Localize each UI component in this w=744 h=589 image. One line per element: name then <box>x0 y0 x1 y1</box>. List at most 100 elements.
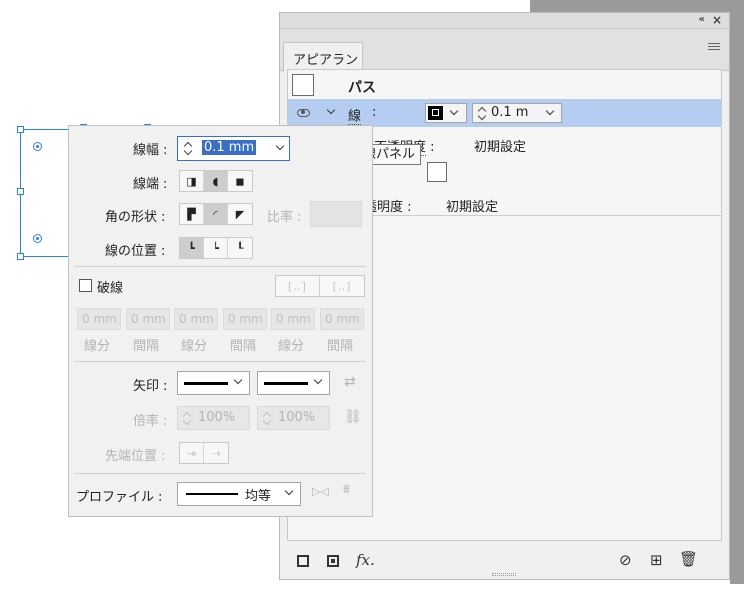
gap-2-input[interactable]: 0 mm <box>223 308 267 330</box>
fill-color-swatch[interactable] <box>427 162 447 182</box>
align-dash-corners-button[interactable]: [‥] <box>320 276 364 296</box>
dash-1-input[interactable]: 0 mm <box>77 308 121 330</box>
dash-alignment-buttons: [‥] [‥] <box>275 275 365 297</box>
visibility-eye-icon[interactable] <box>297 109 310 117</box>
path-label: パス <box>348 80 376 96</box>
place-arrow-tip-icon: ⇢ <box>211 446 221 460</box>
bevel-join-button[interactable]: ◤ <box>228 204 252 224</box>
stroke-colon: : <box>372 105 377 120</box>
align-outside-button[interactable]: ┖ <box>228 238 252 258</box>
arrowhead-none-preview <box>264 382 308 385</box>
miter-join-button[interactable]: ▛ <box>180 204 204 224</box>
section-divider <box>75 473 366 474</box>
extend-arrow-tip-icon: ⇥ <box>186 446 197 460</box>
collapse-panel-icon[interactable]: « <box>699 14 705 25</box>
corner-label-text: 角の形状 <box>105 210 158 225</box>
expand-chevron-icon[interactable] <box>326 105 336 115</box>
stroke-link-label[interactable]: 線 <box>348 105 362 125</box>
end-scale-field[interactable]: 100% <box>257 406 330 430</box>
flip-along-icon[interactable]: ▷◁ <box>312 485 329 498</box>
link-scale-icon[interactable]: ⛓ <box>344 409 362 425</box>
limit-input[interactable] <box>310 201 362 227</box>
duplicate-item-icon[interactable]: ⊞ <box>650 551 663 569</box>
stroke-weight-dropdown[interactable]: 0.1 m <box>472 103 562 123</box>
bounding-handle-top-left[interactable] <box>17 126 24 133</box>
dash-1-label: 線分 <box>84 339 111 354</box>
stroke-cap-label-text: 線端 <box>133 177 160 192</box>
preserve-dash-button[interactable]: [‥] <box>276 276 320 296</box>
gap-3-label: 間隔 <box>327 339 354 354</box>
section-divider <box>75 266 366 267</box>
dash-3-input[interactable]: 0 mm <box>271 308 315 330</box>
projecting-cap-button[interactable]: ◼ <box>228 171 252 191</box>
panel-footer: fx. ⊘ ⊞ 🗑 <box>280 545 729 580</box>
panel-menu-icon[interactable] <box>708 41 720 52</box>
end-arrowhead-dropdown[interactable] <box>257 371 330 395</box>
stroke-link-text[interactable]: 線 <box>348 109 362 125</box>
profile-label: プロファイル: <box>76 486 162 505</box>
add-new-fill-icon[interactable] <box>327 555 339 567</box>
projecting-cap-icon: ◼ <box>235 174 245 188</box>
tab-appearance[interactable]: アピアランス <box>283 42 363 87</box>
corner-label: 角の形状: <box>105 206 165 225</box>
start-scale-value[interactable]: 100% <box>198 410 235 425</box>
panel-title-bar[interactable]: « × <box>280 13 729 29</box>
stroke-attribute-row[interactable]: 線 : 0.1 m <box>288 99 721 127</box>
bounding-handle-mid-left[interactable] <box>17 188 24 195</box>
swap-arrowheads-icon[interactable]: ⇄ <box>344 374 356 390</box>
stroke-weight-colon: : <box>163 143 168 158</box>
clear-appearance-icon[interactable]: ⊘ <box>619 551 632 569</box>
butt-cap-button[interactable]: ◨ <box>180 171 204 191</box>
preserve-dash-icon: [‥] <box>288 279 307 293</box>
gap-1-input[interactable]: 0 mm <box>126 308 170 330</box>
extend-arrow-tip-button[interactable]: ⇥ <box>180 443 204 463</box>
stroke-weight-field[interactable]: 0.1 mm <box>177 136 290 161</box>
object-opacity-colon: : <box>407 200 412 215</box>
stroke-weight-input[interactable]: 0.1 mm <box>202 140 257 155</box>
limit-label-text: 比率 <box>267 210 294 225</box>
round-join-button[interactable]: ◜ <box>204 204 228 224</box>
anchor-point[interactable] <box>33 142 42 151</box>
chevron-down-icon <box>449 106 459 116</box>
close-panel-icon[interactable]: × <box>712 13 722 27</box>
add-new-stroke-icon[interactable] <box>297 555 309 567</box>
round-join-icon: ◜ <box>213 207 218 221</box>
stepper-arrows-icon[interactable] <box>477 106 487 120</box>
resize-grip[interactable] <box>492 573 516 576</box>
delete-item-icon[interactable]: 🗑 <box>679 550 698 568</box>
place-arrow-tip-button[interactable]: ⇢ <box>204 443 228 463</box>
stroke-weight-value[interactable]: 0.1 m <box>491 105 528 120</box>
end-scale-value[interactable]: 100% <box>278 410 315 425</box>
profile-dropdown[interactable]: 均等 <box>177 482 301 506</box>
chevron-down-icon[interactable] <box>275 141 285 151</box>
add-new-effect-icon[interactable]: fx. <box>356 551 375 569</box>
stroke-color-dropdown[interactable] <box>425 103 467 123</box>
stroke-opacity-colon: : <box>430 140 435 155</box>
round-cap-button[interactable]: ◖ <box>204 171 228 191</box>
stroke-weight-label-text: 線幅 <box>133 143 160 158</box>
limit-colon: : <box>297 210 302 225</box>
gap-3-input[interactable]: 0 mm <box>320 308 364 330</box>
stepper-arrows-icon[interactable] <box>183 141 193 155</box>
bounding-handle-bottom-left[interactable] <box>17 253 24 260</box>
stepper-arrows-icon[interactable] <box>182 411 192 425</box>
section-divider <box>75 361 366 362</box>
start-arrowhead-dropdown[interactable] <box>177 371 250 395</box>
stepper-arrows-icon[interactable] <box>262 411 272 425</box>
dash-2-label: 線分 <box>181 339 208 354</box>
butt-cap-icon: ◨ <box>186 174 197 188</box>
chevron-down-icon <box>313 375 323 385</box>
dashed-line-label[interactable]: 破線 <box>97 277 123 296</box>
align-center-button[interactable]: ┗ <box>180 238 204 258</box>
arrowheads-label: 矢印: <box>133 375 167 394</box>
selection-bottom-edge <box>20 256 70 257</box>
align-inside-button[interactable]: ┕ <box>204 238 228 258</box>
arrow-align-label-text: 先端位置 <box>105 449 158 464</box>
flip-across-icon[interactable]: ⩩ <box>343 482 350 497</box>
chevron-down-icon <box>233 375 243 385</box>
anchor-point[interactable] <box>33 234 42 243</box>
start-scale-field[interactable]: 100% <box>177 406 250 430</box>
stroke-align-colon: : <box>161 244 166 259</box>
dash-2-input[interactable]: 0 mm <box>174 308 218 330</box>
dashed-line-checkbox[interactable] <box>79 279 92 292</box>
